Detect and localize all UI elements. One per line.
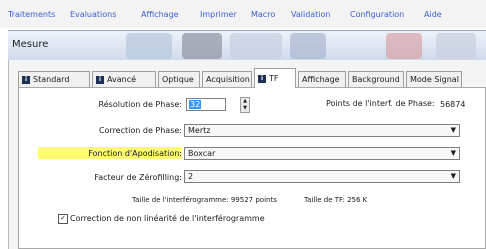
menu-validation[interactable]: Validation [291, 10, 331, 19]
tab-mode-signal[interactable]: Mode Signal [406, 71, 462, 87]
spin-up-icon[interactable]: ▲ [241, 98, 249, 105]
phase-resolution-spinner[interactable]: ▲ ▼ [240, 97, 250, 113]
spin-down-icon[interactable]: ▼ [241, 105, 249, 112]
toolbar-icon [230, 33, 282, 59]
nonlinearity-checkbox[interactable]: ✓ [58, 214, 68, 224]
phase-resolution-input[interactable]: 32 [186, 98, 226, 111]
phase-correction-select[interactable]: Mertz ▼ [184, 124, 460, 137]
menu-configuration[interactable]: Configuration [350, 10, 404, 19]
tab-background[interactable]: Background [348, 71, 404, 87]
zerofilling-select[interactable]: 2 ▼ [184, 170, 460, 183]
tab-affichage[interactable]: Affichage [298, 71, 346, 87]
window-titlebar: Mesure [8, 30, 486, 61]
toolbar-icon [386, 33, 422, 59]
interferogram-size-text: Taille de l'interférogramme: 99527 point… [132, 196, 277, 204]
apodization-select[interactable]: Boxcar ▼ [184, 147, 460, 160]
info-icon: i [258, 74, 266, 83]
toolbar-icon [290, 33, 326, 59]
tab-content [18, 87, 486, 249]
phase-points-value: 56874 [440, 100, 466, 109]
menu-evaluations[interactable]: Evaluations [70, 10, 116, 19]
toolbar-icon [126, 33, 172, 59]
nonlinearity-label: Correction de non linéarité de l'interfé… [70, 214, 265, 223]
menu-macro[interactable]: Macro [251, 10, 275, 19]
checkmark-icon: ✓ [60, 214, 66, 222]
info-icon: i [96, 75, 104, 84]
zerofilling-label: Facteur de Zérofilling: [94, 173, 182, 182]
chevron-down-icon: ▼ [450, 126, 456, 134]
tab-optique[interactable]: Optique [158, 71, 200, 87]
tf-size-text: Taille de TF: 256 K [304, 196, 368, 204]
apodization-label: Fonction d'Apodisation: [88, 149, 182, 158]
chevron-down-icon: ▼ [450, 172, 456, 180]
window-title: Mesure [12, 39, 49, 50]
phase-resolution-label: Résolution de Phase: [98, 100, 182, 109]
tab-standard[interactable]: i Standard [18, 71, 90, 87]
menu-bar: Traitements Evaluations Affichage Imprim… [0, 0, 486, 28]
chevron-down-icon: ▼ [450, 149, 456, 157]
info-icon: i [22, 75, 30, 84]
toolbar-icon [436, 33, 476, 59]
tab-avance[interactable]: i Avancé [92, 71, 156, 87]
menu-traitements[interactable]: Traitements [8, 10, 55, 19]
phase-points-label: Points de l'interf. de Phase: [326, 99, 435, 108]
toolbar-icon [182, 33, 222, 59]
menu-affichage[interactable]: Affichage [141, 10, 179, 19]
tab-strip: i Standard i Avancé Optique Acquisition iT… [18, 68, 486, 88]
menu-imprimer[interactable]: Imprimer [200, 10, 237, 19]
phase-correction-label: Correction de Phase: [98, 126, 182, 135]
tab-acquisition[interactable]: Acquisition [202, 71, 252, 87]
tab-tf[interactable]: i TF [254, 68, 296, 88]
menu-aide[interactable]: Aide [424, 10, 442, 19]
